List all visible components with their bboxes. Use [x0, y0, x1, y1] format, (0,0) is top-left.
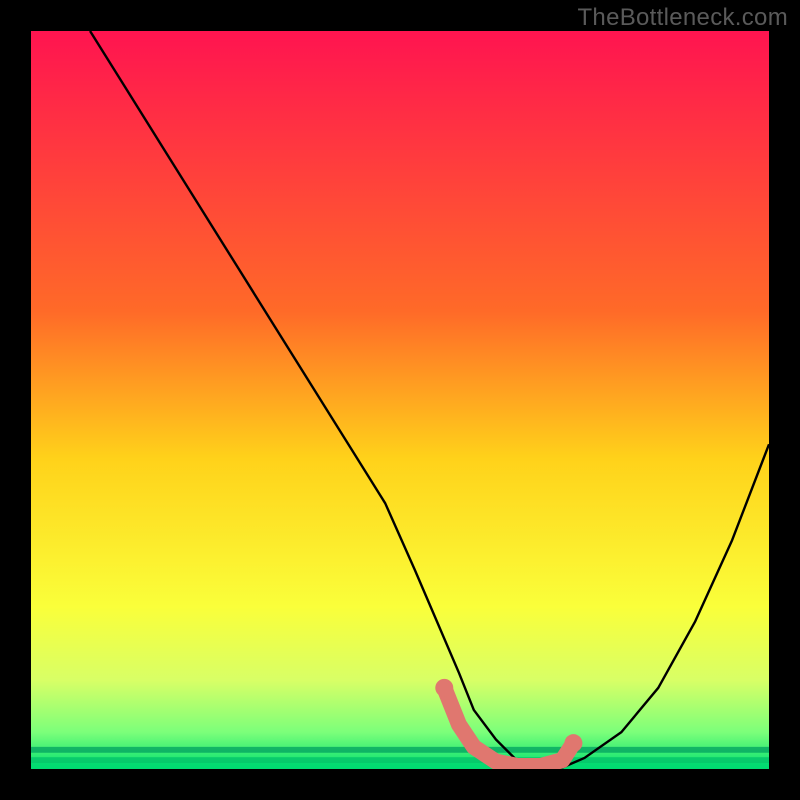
watermark-label: TheBottleneck.com [577, 4, 788, 32]
pink-cap-0 [435, 679, 453, 697]
gradient-background [31, 31, 769, 769]
bottom-stripe-1 [31, 757, 769, 763]
bottom-stripe-0 [31, 747, 769, 753]
plot-area [31, 31, 769, 769]
chart-frame: TheBottleneck.com [0, 0, 800, 800]
pink-cap-1 [564, 734, 582, 752]
bottom-stripe-2 [31, 763, 769, 769]
plot-svg [31, 31, 769, 769]
